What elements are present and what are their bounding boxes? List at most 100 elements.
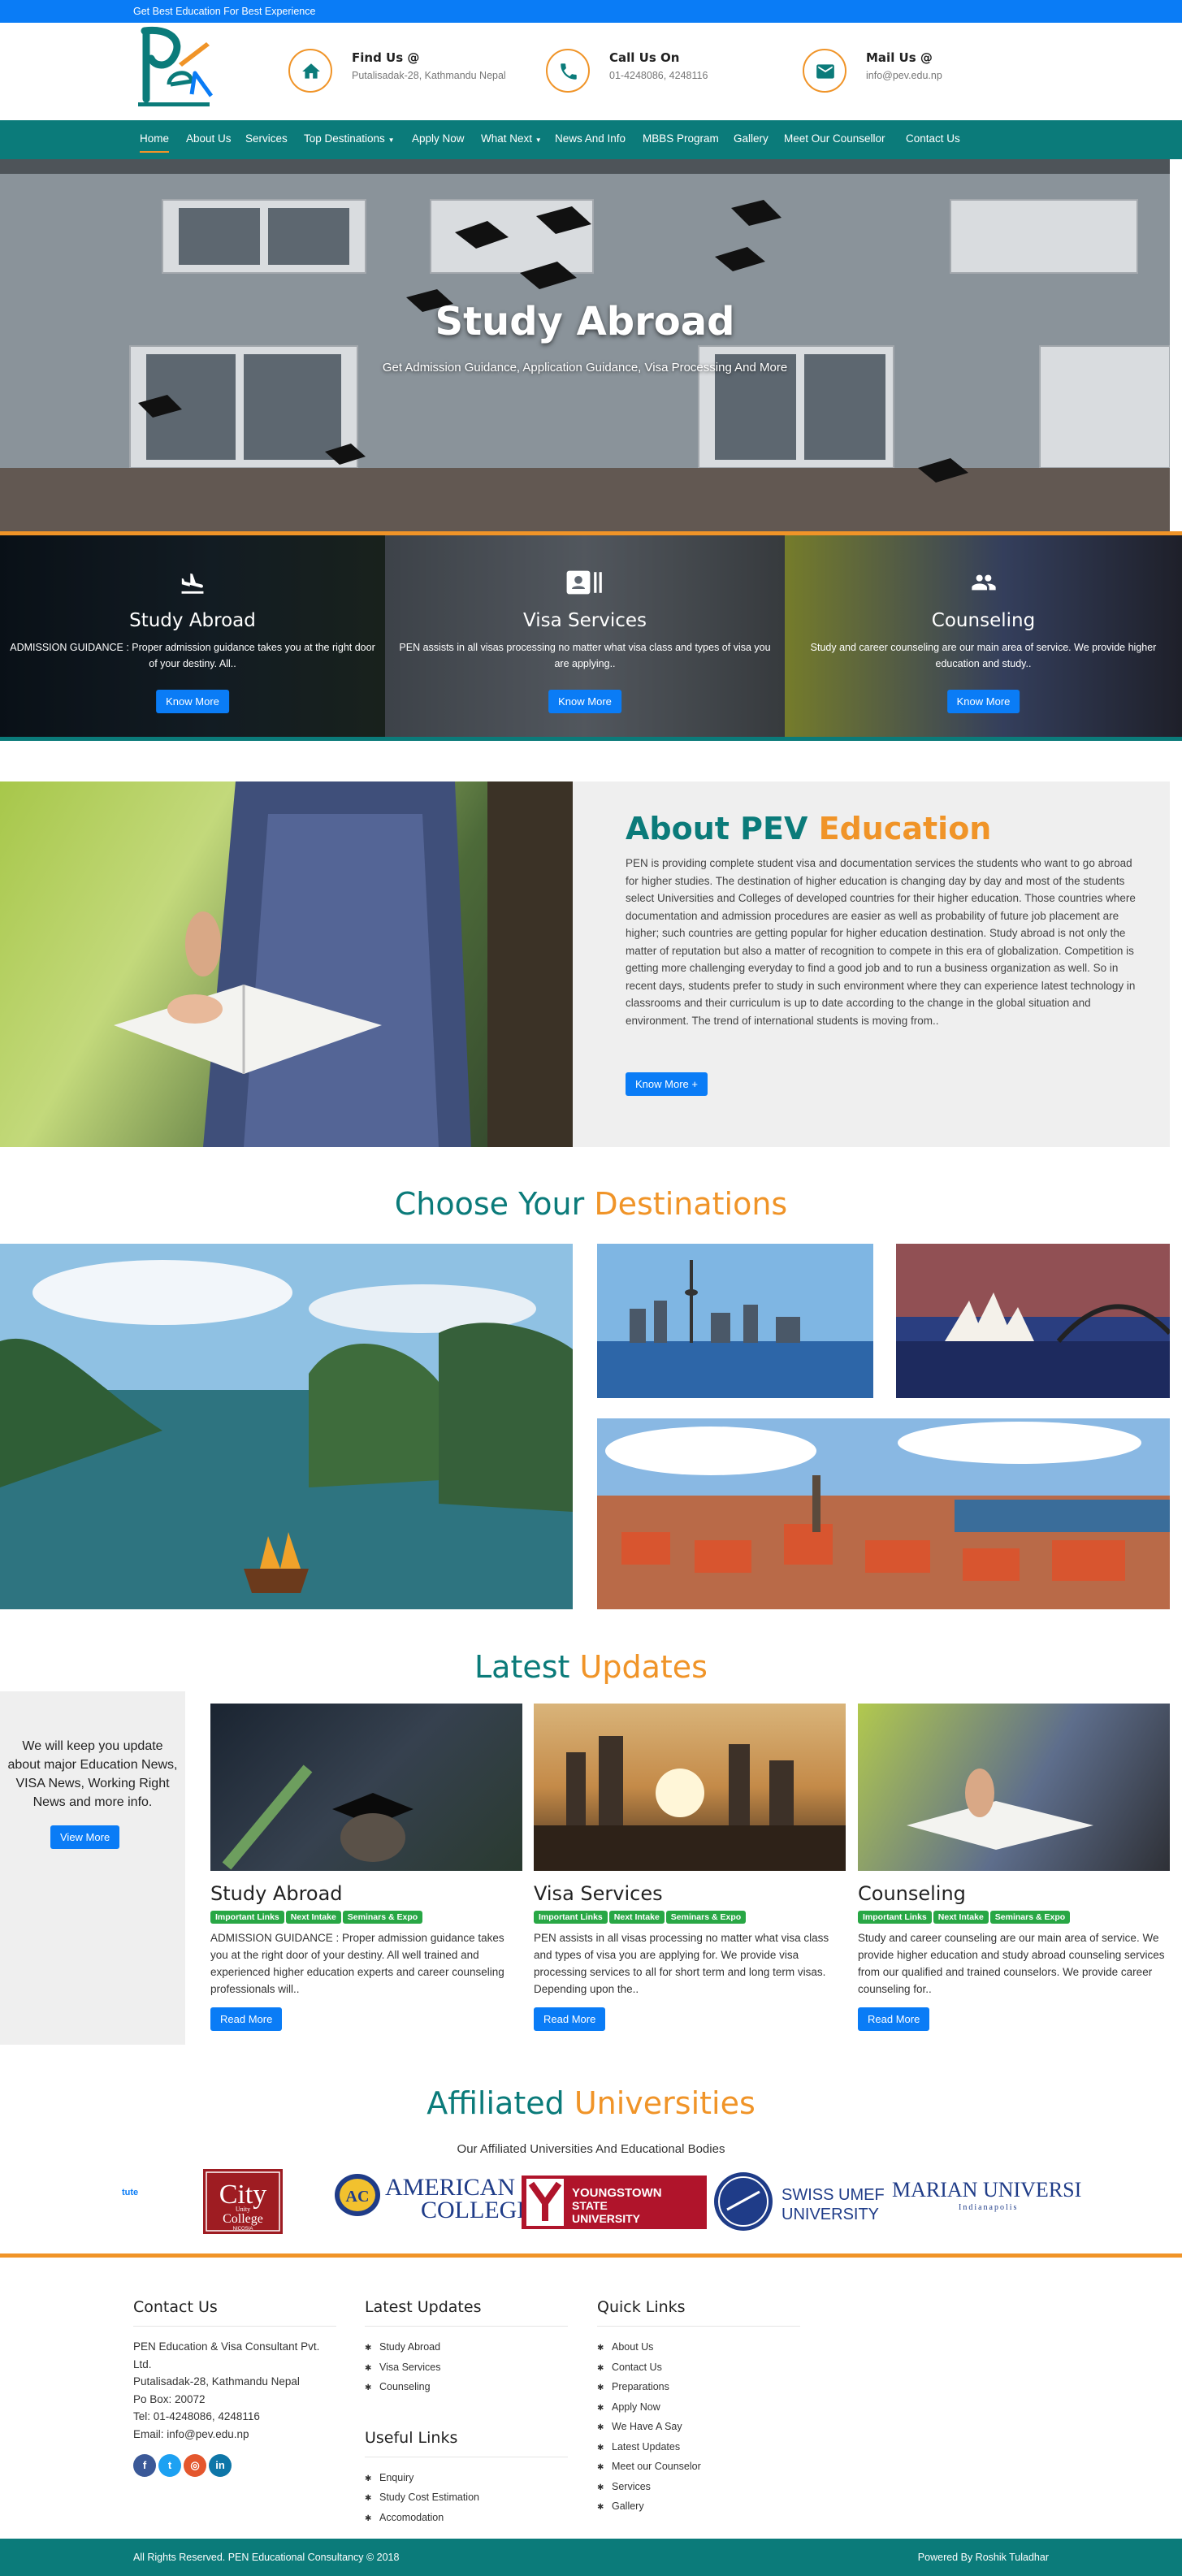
tag-seminars-expo[interactable]: Seminars & Expo bbox=[665, 1911, 747, 1924]
nav-news-and-info[interactable]: News And Info bbox=[555, 132, 626, 145]
tag-important-links[interactable]: Important Links bbox=[534, 1911, 608, 1924]
update-card-text: Study and career counseling are our main… bbox=[858, 1932, 1165, 1995]
tag-seminars-expo[interactable]: Seminars & Expo bbox=[989, 1911, 1071, 1924]
home-icon bbox=[288, 49, 332, 93]
update-card-tags: Important Links Next Intake Seminars & Exp… bbox=[858, 1910, 1170, 1924]
nav-home[interactable]: Home bbox=[140, 132, 170, 153]
footer-quick-link[interactable]: ✱ Services bbox=[597, 2478, 800, 2498]
destination-australia-image[interactable] bbox=[896, 1244, 1170, 1398]
logo-youngstown-state[interactable]: YOUNGSTOWN STATE UNIVERSITY bbox=[522, 2176, 707, 2229]
svg-text:MARIAN UNIVERSI: MARIAN UNIVERSI bbox=[892, 2178, 1081, 2202]
powered-by-text: Powered By Roshik Tuladhar bbox=[917, 2552, 1049, 2563]
footer-quick-link[interactable]: ✱ Preparations bbox=[597, 2378, 800, 2398]
about-know-more-button[interactable]: Know More + bbox=[626, 1072, 708, 1096]
footer-contact-title: Contact Us bbox=[133, 2298, 336, 2327]
svg-text:College: College bbox=[223, 2212, 263, 2226]
destination-germany-image[interactable] bbox=[597, 1418, 1170, 1609]
nav-services[interactable]: Services bbox=[245, 132, 288, 145]
nav-gallery[interactable]: Gallery bbox=[734, 132, 769, 145]
read-more-button[interactable]: Read More bbox=[534, 2007, 606, 2031]
update-card-title: Study Abroad bbox=[210, 1882, 343, 1905]
affiliated-title: Affiliated Universities bbox=[426, 2085, 756, 2121]
footer-link-enquiry[interactable]: ✱ Enquiry bbox=[365, 2469, 568, 2489]
service-text: Study and career counseling are our main… bbox=[810, 642, 1157, 669]
know-more-button[interactable]: Know More bbox=[156, 690, 229, 713]
footer-link-counseling[interactable]: ✱ Counseling bbox=[365, 2378, 568, 2398]
facebook-icon[interactable]: f bbox=[133, 2454, 156, 2477]
read-more-button[interactable]: Read More bbox=[858, 2007, 930, 2031]
svg-text:UNIVERSITY: UNIVERSITY bbox=[572, 2212, 641, 2225]
nav-mbbs-program[interactable]: MBBS Program bbox=[643, 132, 719, 145]
footer-quick-link[interactable]: ✱ About Us bbox=[597, 2338, 800, 2358]
call-us-title: Call Us On bbox=[609, 50, 680, 65]
nav-contact-us[interactable]: Contact Us bbox=[906, 132, 960, 145]
read-more-button[interactable]: Read More bbox=[210, 2007, 283, 2031]
airplane-landing-icon bbox=[0, 569, 385, 600]
tag-important-links[interactable]: Important Links bbox=[858, 1911, 932, 1924]
tag-important-links[interactable]: Important Links bbox=[210, 1911, 284, 1924]
tag-next-intake[interactable]: Next Intake bbox=[285, 1911, 341, 1924]
footer-contact: Contact Us PEN Education & Visa Consulta… bbox=[133, 2298, 336, 2479]
find-us-block: Find Us @ Putalisadak-28, Kathmandu Nepa… bbox=[288, 45, 532, 102]
gear-icon: ✱ bbox=[597, 2503, 604, 2512]
update-card-image[interactable] bbox=[210, 1704, 522, 1871]
linkedin-icon[interactable]: in bbox=[209, 2454, 232, 2477]
update-card-tags: Important Links Next Intake Seminars & Exp… bbox=[210, 1910, 522, 1924]
footer-quick-link[interactable]: ✱ Apply Now bbox=[597, 2398, 800, 2418]
footer-link-study-cost[interactable]: ✱ Study Cost Estimation bbox=[365, 2488, 568, 2509]
footer-link-visa-services[interactable]: ✱ Visa Services bbox=[365, 2358, 568, 2379]
caret-down-icon: ▼ bbox=[535, 136, 542, 144]
nav-apply-now[interactable]: Apply Now bbox=[412, 132, 465, 145]
update-card-study-abroad: Study Abroad Important Links Next Intake S… bbox=[210, 1704, 522, 2031]
footer-pobox: Po Box: 20072 bbox=[133, 2392, 206, 2405]
logo-partial[interactable]: tute bbox=[122, 2188, 138, 2197]
view-more-button[interactable]: View More bbox=[50, 1825, 120, 1849]
tag-next-intake[interactable]: Next Intake bbox=[933, 1911, 989, 1924]
footer-quick-link[interactable]: ✱ Latest Updates bbox=[597, 2438, 800, 2458]
footer-useful-title: Useful Links bbox=[365, 2429, 568, 2457]
footer-quick-link[interactable]: ✱ Gallery bbox=[597, 2497, 800, 2518]
gear-icon: ✱ bbox=[365, 2494, 372, 2503]
gear-icon: ✱ bbox=[597, 2363, 604, 2373]
logo-city-unity-college[interactable]: City Unity College NICOSIA bbox=[203, 2169, 283, 2234]
nav-about-us[interactable]: About Us bbox=[186, 132, 232, 145]
footer-link-study-abroad[interactable]: ✱ Study Abroad bbox=[365, 2338, 568, 2358]
update-card-image[interactable] bbox=[534, 1704, 846, 1871]
tag-next-intake[interactable]: Next Intake bbox=[608, 1911, 665, 1924]
find-us-title: Find Us @ bbox=[352, 50, 420, 65]
twitter-icon[interactable]: t bbox=[158, 2454, 181, 2477]
logo-marian-university[interactable]: MARIAN UNIVERSI Indianapolis bbox=[892, 2178, 1081, 2212]
know-more-button[interactable]: Know More bbox=[946, 690, 1020, 713]
logo-american-college[interactable]: AC AMERICAN COLLEGE bbox=[335, 2174, 532, 2223]
logo-swiss-umef[interactable]: SWISS UMEF UNIVERSITY bbox=[714, 2172, 885, 2231]
footer-latest-updates: Latest Updates ✱ Study Abroad ✱ Visa Servi… bbox=[365, 2298, 568, 2528]
pen-logo[interactable] bbox=[133, 26, 214, 114]
site-footer: Contact Us PEN Education & Visa Consulta… bbox=[0, 2258, 1182, 2539]
gear-icon: ✱ bbox=[597, 2403, 604, 2413]
destination-canada-image[interactable] bbox=[597, 1244, 873, 1398]
update-card-image[interactable] bbox=[858, 1704, 1170, 1871]
footer-quick-link[interactable]: ✱ We Have A Say bbox=[597, 2418, 800, 2438]
footer-email[interactable]: Email: info@pev.edu.np bbox=[133, 2426, 336, 2444]
update-card-tags: Important Links Next Intake Seminars & Exp… bbox=[534, 1910, 846, 1924]
updates-side-text: We will keep you update about major Educ… bbox=[7, 1739, 178, 1809]
footer-tel: Tel: 01-4248086, 4248116 bbox=[133, 2410, 260, 2422]
svg-text:SWISS UMEF: SWISS UMEF bbox=[782, 2186, 885, 2204]
destinations-title: Choose Your Destinations bbox=[394, 1186, 788, 1222]
footer-quick-link[interactable]: ✱ Contact Us bbox=[597, 2358, 800, 2379]
footer-link-accomodation[interactable]: ✱ Accomodation bbox=[365, 2509, 568, 2529]
footer-quick-link[interactable]: ✱ Meet our Counselor bbox=[597, 2457, 800, 2478]
footer-company: PEN Education & Visa Consultant Pvt. Ltd… bbox=[133, 2340, 320, 2370]
mail-us-email[interactable]: info@pev.edu.np bbox=[866, 68, 1028, 83]
nav-what-next[interactable]: What Next ▼ bbox=[481, 132, 542, 145]
service-text: PEN assists in all visas processing no m… bbox=[399, 642, 771, 669]
tag-seminars-expo[interactable]: Seminars & Expo bbox=[342, 1911, 423, 1924]
update-card-visa-services: Visa Services Important Links Next Intake… bbox=[534, 1704, 846, 2031]
instagram-icon[interactable]: ◎ bbox=[184, 2454, 206, 2477]
nav-meet-counsellor[interactable]: Meet Our Counsellor bbox=[784, 132, 885, 145]
service-visa: Visa Services PEN assists in all visas p… bbox=[385, 535, 785, 737]
destination-vietnam-image[interactable] bbox=[0, 1244, 573, 1609]
nav-top-destinations[interactable]: Top Destinations ▼ bbox=[304, 132, 395, 145]
gear-icon: ✱ bbox=[365, 2383, 372, 2392]
know-more-button[interactable]: Know More bbox=[548, 690, 621, 713]
